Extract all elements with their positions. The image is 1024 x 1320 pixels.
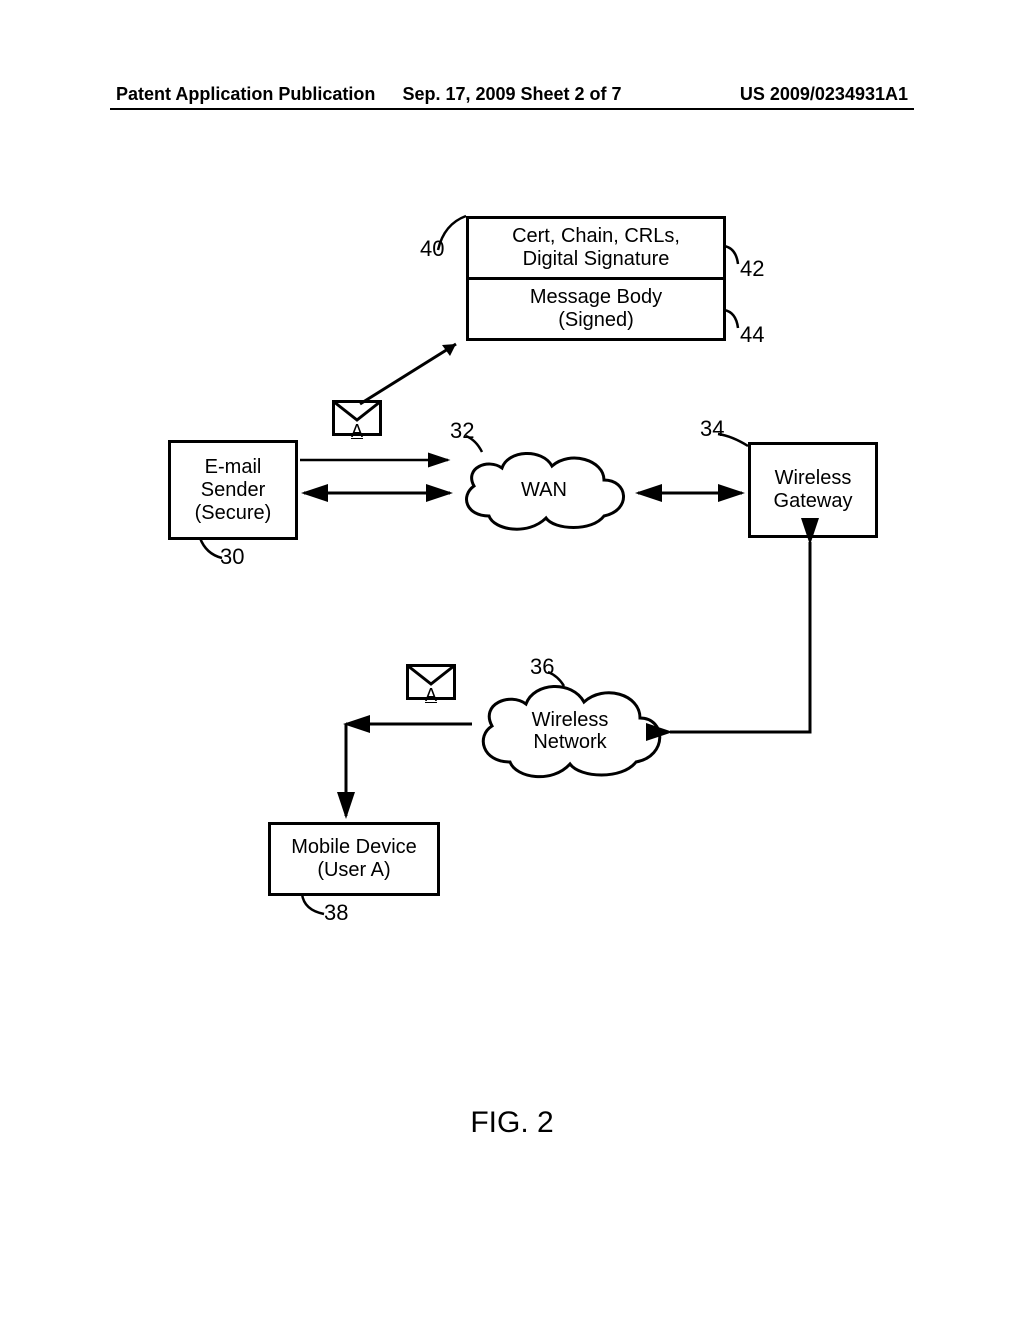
sender-line2: Sender	[201, 479, 266, 502]
email-sender-box: E-mail Sender (Secure)	[168, 440, 298, 540]
header-center: Sep. 17, 2009 Sheet 2 of 7	[402, 84, 621, 105]
page: Patent Application Publication Sep. 17, …	[0, 0, 1024, 1320]
gateway-line2: Gateway	[774, 490, 853, 513]
message-row1-line1: Cert, Chain, CRLs,	[512, 225, 680, 247]
mobile-line1: Mobile Device	[291, 836, 417, 859]
arrow-gateway-wnet	[660, 536, 830, 746]
leader-34	[718, 420, 754, 450]
wireless-network-label: Wireless Network	[532, 709, 609, 753]
mobile-device-box: Mobile Device (User A)	[268, 822, 440, 896]
header-rule	[110, 108, 914, 110]
figure-label: FIG. 2	[470, 1106, 553, 1140]
wan-cloud: WAN	[454, 444, 634, 536]
envelope-label-top: A	[351, 421, 363, 442]
leader-36	[548, 658, 578, 688]
wnet-line1: Wireless	[532, 709, 609, 731]
leader-30	[200, 538, 228, 564]
mobile-line2: (User A)	[317, 859, 390, 882]
message-row2-line2: (Signed)	[558, 309, 634, 331]
arrow-wan-gateway	[632, 486, 750, 500]
message-row2-line1: Message Body	[530, 286, 662, 308]
message-structure: Cert, Chain, CRLs, Digital Signature Mes…	[466, 216, 726, 341]
envelope-label-bottom: A	[425, 685, 437, 706]
header-right: US 2009/0234931A1	[740, 84, 908, 105]
leader-32	[466, 422, 496, 452]
gateway-line1: Wireless	[775, 467, 852, 490]
arrow-envelope-to-message	[356, 334, 472, 410]
message-row-header: Cert, Chain, CRLs, Digital Signature	[466, 216, 726, 280]
leader-38	[298, 894, 328, 920]
message-row1-line2: Digital Signature	[523, 248, 670, 270]
envelope-a-bottom: A	[406, 664, 456, 700]
arrow-sender-wan	[298, 486, 458, 500]
header-left: Patent Application Publication	[116, 84, 375, 105]
leader-40	[420, 216, 470, 266]
wireless-gateway-box: Wireless Gateway	[748, 442, 878, 538]
arrow-sender-to-wan-top	[300, 454, 456, 466]
message-row-body: Message Body (Signed)	[466, 280, 726, 341]
wnet-line2: Network	[533, 731, 606, 753]
leader-42	[724, 242, 754, 272]
sender-line1: E-mail	[205, 456, 262, 479]
leader-44	[724, 306, 754, 336]
arrow-wnet-mobile	[332, 716, 478, 826]
wan-label: WAN	[521, 479, 567, 501]
wireless-network-cloud: Wireless Network	[470, 676, 670, 786]
sender-line3: (Secure)	[195, 502, 272, 525]
